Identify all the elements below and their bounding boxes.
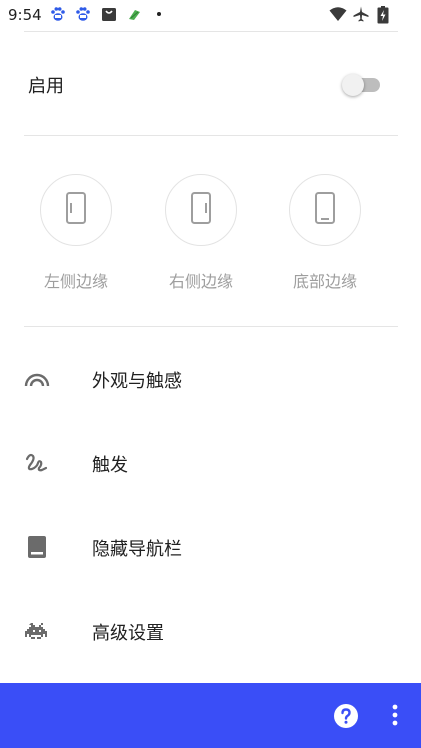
- menu-item-trigger[interactable]: 触发: [0, 435, 421, 491]
- right-edge-phone-icon: [190, 191, 212, 229]
- bottom-app-bar: [0, 683, 421, 748]
- menu-item-hide-navbar[interactable]: 隐藏导航栏: [0, 519, 421, 575]
- menu-label: 隐藏导航栏: [92, 539, 182, 560]
- left-edge-phone-icon: [65, 191, 87, 229]
- gesture-icon: [24, 451, 50, 475]
- baidu-paw-icon: [50, 6, 66, 22]
- menu-item-advanced[interactable]: 高级设置: [0, 603, 421, 659]
- divider: [24, 326, 398, 327]
- hide-navbar-icon: [24, 535, 50, 559]
- menu-label: 外观与触感: [92, 371, 182, 392]
- space-invader-icon: [24, 619, 50, 643]
- toggle-thumb: [342, 74, 364, 96]
- airplane-icon: [353, 6, 369, 22]
- notification-dot: [157, 12, 161, 16]
- menu-item-appearance[interactable]: 外观与触感: [0, 351, 421, 407]
- divider: [24, 135, 398, 136]
- status-bar: 9:54: [0, 0, 421, 30]
- left-edge-button[interactable]: [40, 174, 112, 246]
- battery-charging-icon: [377, 6, 389, 24]
- android-icon: [126, 6, 142, 22]
- menu-label: 高级设置: [92, 623, 164, 644]
- right-edge-label: 右侧边缘: [168, 272, 233, 291]
- enable-row[interactable]: 启用: [0, 60, 421, 110]
- enable-toggle[interactable]: [342, 74, 382, 96]
- bottom-edge-button[interactable]: [289, 174, 361, 246]
- baidu-paw-icon: [75, 6, 91, 22]
- more-options-icon[interactable]: [384, 701, 406, 731]
- menu-label: 触发: [92, 455, 128, 476]
- bottom-edge-label: 底部边缘: [292, 272, 357, 291]
- bottom-edge-phone-icon: [314, 191, 336, 229]
- right-edge-button[interactable]: [165, 174, 237, 246]
- enable-label: 启用: [28, 76, 64, 97]
- shopping-bag-icon: [101, 6, 117, 22]
- left-edge-label: 左侧边缘: [43, 272, 108, 291]
- rainbow-arc-icon: [24, 367, 50, 391]
- help-icon[interactable]: [333, 703, 359, 729]
- wifi-icon: [329, 6, 347, 22]
- divider: [24, 31, 398, 32]
- status-time: 9:54: [8, 6, 42, 24]
